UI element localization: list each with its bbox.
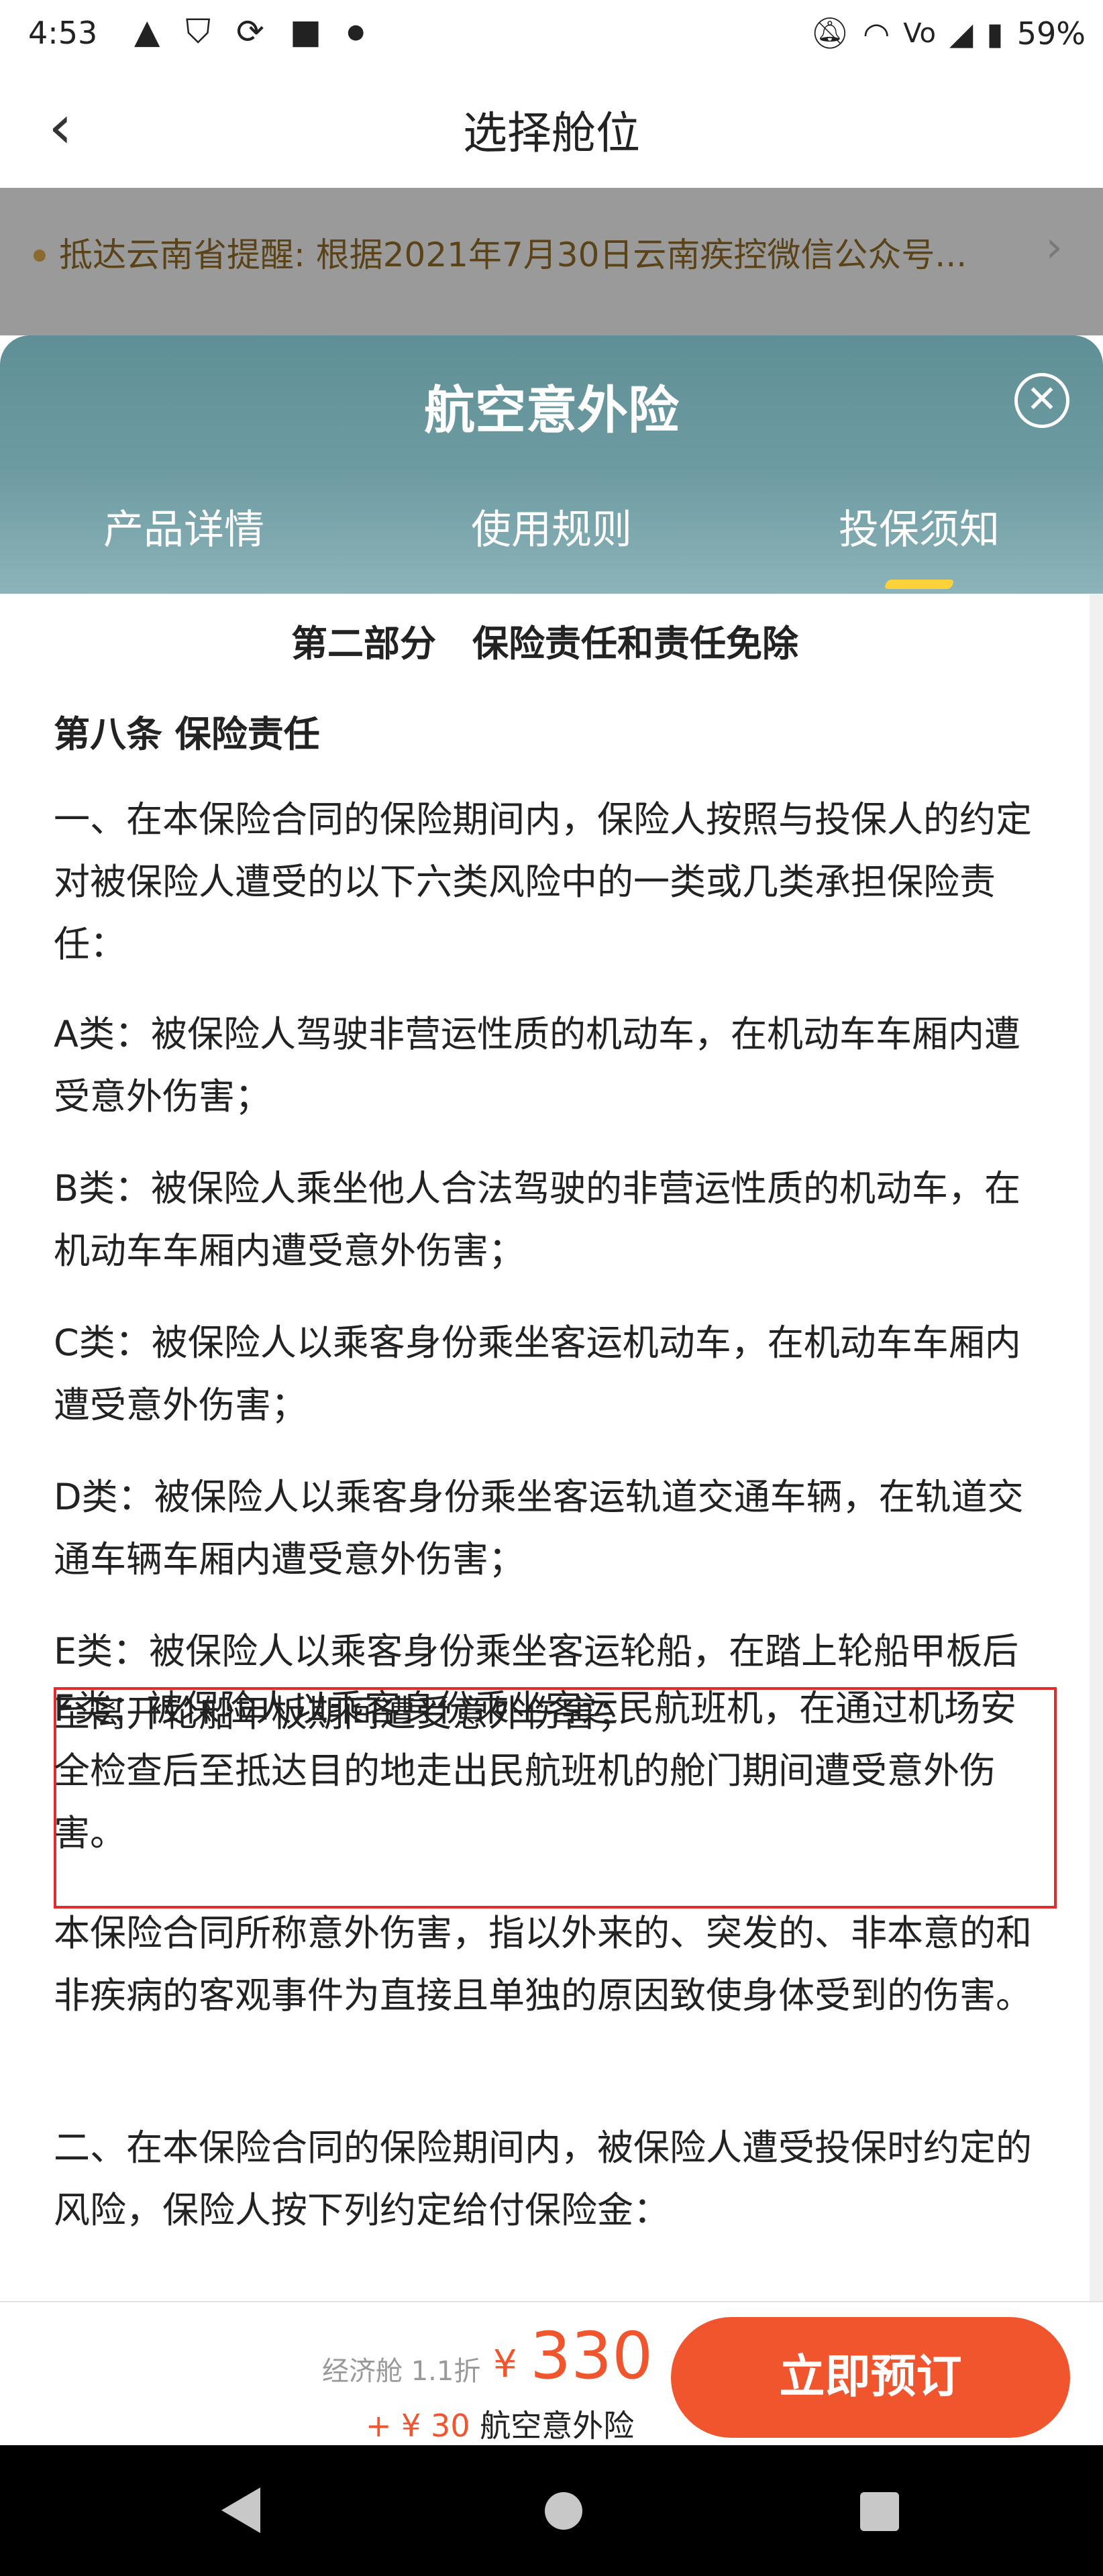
nav-recents-icon[interactable] [860,2492,899,2531]
modal-tabs: 产品详情 使用规则 投保须知 [0,496,1103,589]
ticket-price: 330 [530,2318,653,2394]
mute-icon: 🔕︎ [810,15,850,51]
insurance-modal: 航空意外险 ✕ 产品详情 使用规则 投保须知 第二部分 保险责任和责任免除 第八… [0,335,1103,2301]
status-time: 4:53 [28,15,98,51]
battery-percent: 59% [1016,15,1086,52]
tab-product-details[interactable]: 产品详情 [0,496,368,577]
status-right-icons: 🔕︎ ◠ Vo ◢ ▮ 59% [810,15,1086,52]
system-nav-bar [0,2445,1103,2576]
notice-text: 抵达云南省提醒: 根据2021年7月30日云南疾控微信公众号... [59,235,967,274]
square-icon: ■ [289,12,322,51]
status-bar: 4:53 ▲ ⛉ ⟳ ■ ● 🔕︎ ◠ Vo ◢ ▮ 59% [0,0,1103,70]
scrollbar[interactable] [1090,594,1103,2301]
addon-name: 航空意外险 [480,2408,635,2444]
nav-back-icon[interactable] [221,2487,260,2533]
paragraph: B类：被保险人乘坐他人合法驾驶的非营运性质的机动车，在机动车车厢内遭受意外伤害； [54,1167,1021,1272]
dot-icon: ● [347,20,365,44]
close-icon[interactable]: ✕ [1014,373,1069,428]
page-title: 选择舱位 [463,107,640,159]
paragraph: 二、在本保险合同的保险期间内，被保险人遭受投保时约定的风险，保险人按下列约定给付… [54,2127,1032,2231]
book-now-button[interactable]: 立即预订 [671,2317,1070,2438]
travel-notice-banner[interactable]: 抵达云南省提醒: 根据2021年7月30日云南疾控微信公众号... › [0,188,1103,335]
paragraph: D类：被保险人以乘客身份乘坐客运轨道交通车辆，在轨道交通车辆车厢内遭受意外伤害； [54,1476,1024,1580]
policy-content[interactable]: 第二部分 保险责任和责任免除 第八条 保险责任 一、在本保险合同的保险期间内，保… [0,594,1090,2301]
article-title: 第八条 保险责任 [54,713,320,755]
paragraph: A类：被保险人驾驶非营运性质的机动车，在机动车车厢内遭受意外伤害； [54,1013,1020,1118]
wifi-icon: ◠ [863,15,890,52]
modal-header: 航空意外险 ✕ 产品详情 使用规则 投保须知 [0,335,1103,594]
paragraph: 一、在本保险合同的保险期间内，保险人按照与投保人的约定对被保险人遭受的以下六类风… [54,798,1032,965]
battery-icon: ▮ [986,15,1004,52]
active-tab-indicator [884,580,955,589]
a-icon: ▲ [134,12,160,51]
nav-home-icon[interactable] [545,2492,582,2530]
tab-label: 产品详情 [103,506,264,553]
paragraph-highlighted: F类：被保险人以乘客身份乘坐客运民航班机，在通过机场安全检查后至抵达目的地走出民… [54,1687,1017,1854]
paragraph: C类：被保险人以乘客身份乘坐客运机动车，在机动车车厢内遭受意外伤害； [54,1322,1021,1426]
tab-policy-notice[interactable]: 投保须知 [735,496,1103,589]
status-left-icons: ▲ ⛉ ⟳ ■ ● [134,12,364,52]
addon-price: + ¥ 30 [366,2408,470,2444]
paragraph: 本保险合同所称意外伤害，指以外来的、突发的、非本意的和非疾病的客观事件为直接且单… [54,1912,1032,2017]
volte-icon: Vo [903,17,937,49]
cabin-label: 经济舱 1.1折 [322,2356,481,2387]
tab-label: 使用规则 [471,506,632,553]
chevron-right-icon: › [1045,223,1063,272]
addon-line: + ¥ 30 航空意外险 [366,2402,634,2446]
app-header: ‹ 选择舱位 [0,70,1103,189]
sync-icon: ⟳ [235,12,264,51]
booking-bar: 经济舱 1.1折 ¥ 330 + ¥ 30 航空意外险 立即预订 [0,2301,1103,2447]
tab-label: 投保须知 [839,506,1000,553]
signal-icon: ◢ [949,15,974,52]
modal-title: 航空意外险 [424,380,679,440]
section-title: 第二部分 保险责任和责任免除 [291,623,798,665]
tab-usage-rules[interactable]: 使用规则 [368,496,735,577]
notice-dot-icon [34,250,46,262]
currency-symbol: ¥ [493,2343,517,2386]
shield-icon: ⛉ [185,12,211,51]
